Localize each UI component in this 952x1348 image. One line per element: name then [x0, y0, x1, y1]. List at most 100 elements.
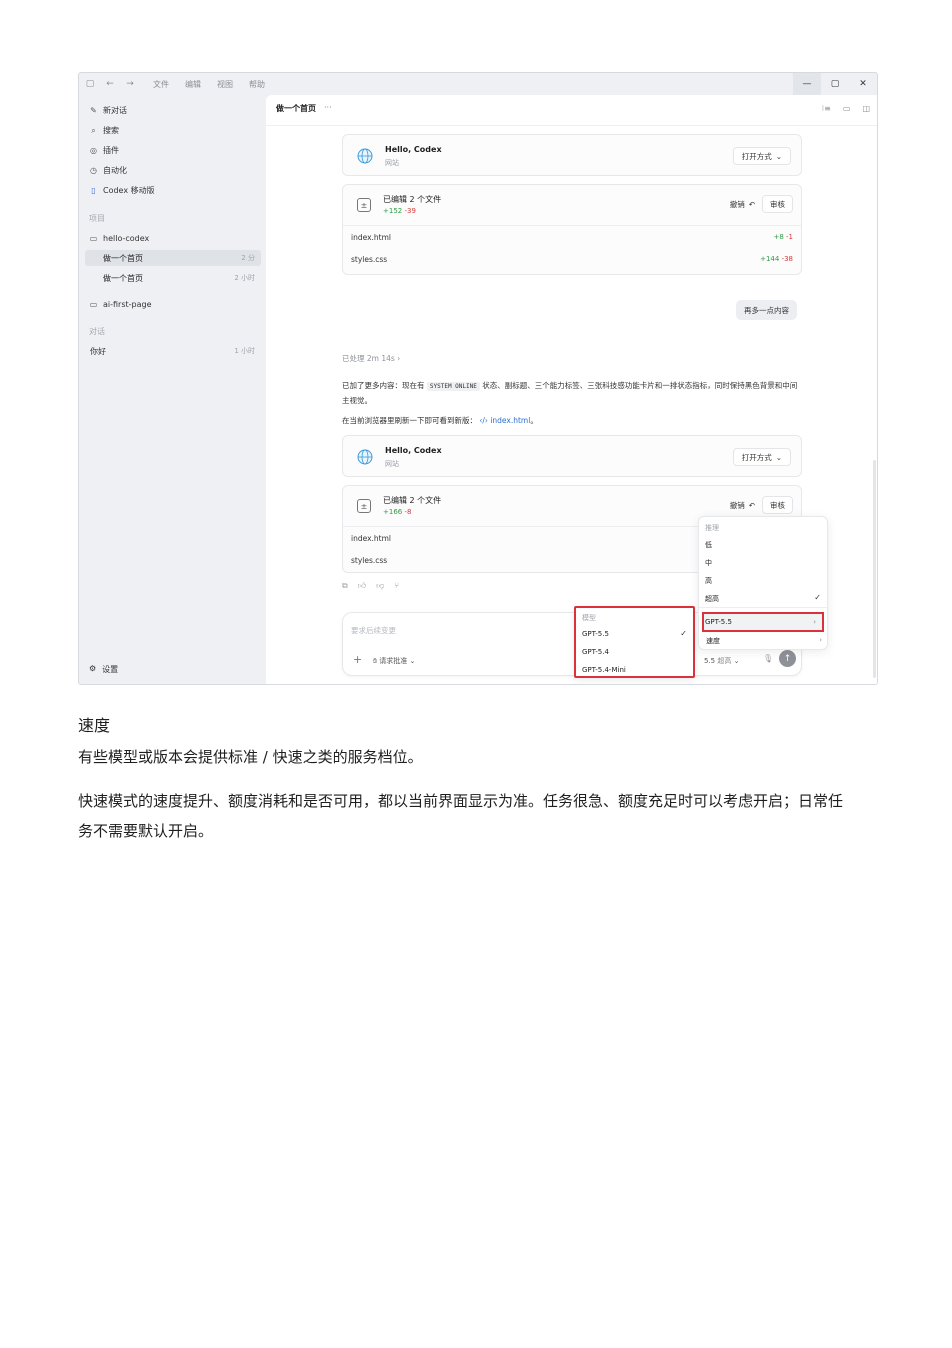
sidebar-item-automation[interactable]: ◷ 自动化: [89, 163, 127, 177]
sidebar-item-plugins[interactable]: ◎ 插件: [89, 143, 119, 157]
chat-item[interactable]: 你好 1 小时: [85, 344, 261, 358]
inline-code: SYSTEM ONLINE: [426, 382, 480, 391]
branch-icon[interactable]: ⑂: [394, 581, 399, 591]
open-with-label: 打开方式: [741, 452, 772, 462]
reasoning-option[interactable]: 低: [705, 540, 712, 550]
thumbs-up-icon[interactable]: 👍︎: [358, 581, 366, 591]
message-actions: ⧉ 👍︎ 👎︎ ⑂: [342, 581, 399, 591]
main-pane: 做一个首页 ··· ⁝≡ ▭ ◫ Hello, Codex 网站 打开方式 ⌄: [266, 95, 877, 684]
sidebar-item-label: 搜索: [103, 125, 119, 135]
page-title: 做一个首页: [276, 104, 316, 113]
menu-help[interactable]: 帮助: [249, 79, 265, 90]
check-icon: ✓: [680, 629, 687, 638]
sidebar-item-label: 自动化: [103, 165, 127, 175]
thread-title: 做一个首页: [103, 273, 143, 283]
site-card: Hello, Codex 网站 打开方式 ⌄: [342, 134, 802, 176]
arrow-up-icon: ↑: [783, 653, 792, 664]
thread-item[interactable]: 做一个首页 2 小时: [85, 270, 261, 286]
processed-duration[interactable]: 已处理 2m 14s ›: [342, 353, 400, 364]
model-option[interactable]: GPT-5.5: [582, 630, 609, 638]
diff-file-icon: ±: [357, 499, 371, 513]
sidebar-toggle-icon[interactable]: ▢: [85, 79, 95, 89]
window-controls: — ▢ ✕: [793, 73, 877, 95]
settings-button[interactable]: ⚙ 设置: [89, 664, 118, 675]
project-ai-first-page[interactable]: ▭ ai-first-page: [89, 297, 152, 311]
file-diff: +144 -38: [760, 255, 793, 263]
body-paragraph: 快速模式的速度提升、额度消耗和是否可用，都以当前界面显示为准。任务很急、额度充足…: [78, 792, 844, 840]
add-attachment-icon[interactable]: +: [353, 653, 362, 666]
file-name: index.html: [351, 534, 391, 543]
thread-item[interactable]: 做一个首页 2 分: [85, 250, 261, 266]
composer-input[interactable]: 要求后续变更: [351, 625, 396, 636]
diff-stat: +152 -39: [383, 207, 416, 215]
microphone-icon[interactable]: 🎙︎: [763, 654, 773, 663]
forward-icon[interactable]: →: [125, 79, 135, 89]
open-with-button[interactable]: 打开方式 ⌄: [732, 147, 791, 165]
undo-label: 撤销: [729, 501, 745, 510]
sidebar-item-label: 插件: [103, 145, 119, 155]
reasoning-option[interactable]: 超高: [705, 594, 719, 604]
speed-label: 速度: [706, 637, 720, 645]
chevron-right-icon: ›: [813, 618, 816, 626]
open-with-button[interactable]: 打开方式 ⌄: [732, 448, 791, 466]
reasoning-option[interactable]: 中: [705, 558, 712, 568]
chevron-right-icon: ›: [819, 636, 822, 644]
model-option[interactable]: GPT-5.4-Mini: [582, 666, 626, 674]
menu-edit[interactable]: 编辑: [185, 79, 201, 90]
panel-icon[interactable]: ◫: [862, 104, 870, 113]
back-icon[interactable]: ←: [105, 79, 115, 89]
diff-file-icon: ±: [357, 198, 371, 212]
edited-files-title: 已编辑 2 个文件: [383, 195, 442, 204]
send-button[interactable]: ↑: [779, 650, 796, 667]
lines-removed: -39: [404, 207, 416, 215]
search-icon: ⌕: [91, 125, 96, 135]
chevron-down-icon: ⌄: [733, 657, 740, 665]
review-button[interactable]: 审核: [762, 195, 793, 213]
terminal-icon[interactable]: ▭: [843, 104, 851, 113]
menu-bar: 文件 编辑 视图 帮助: [153, 79, 265, 90]
reasoning-option[interactable]: 高: [705, 576, 712, 586]
undo-button[interactable]: 撤销 ↶: [730, 199, 755, 210]
model-selector-button[interactable]: 5.5 超高 ⌄: [704, 656, 739, 666]
sidebar-item-search[interactable]: ⌕ 搜索: [89, 123, 119, 137]
projects-heading: 项目: [89, 214, 105, 223]
scrollbar[interactable]: [873, 460, 876, 678]
thread-title: 做一个首页: [103, 253, 143, 263]
settings-label: 设置: [102, 665, 119, 674]
file-row[interactable]: index.html +8 -1: [351, 233, 793, 242]
thumbs-down-icon[interactable]: 👎︎: [376, 581, 384, 591]
menu-file[interactable]: 文件: [153, 79, 169, 90]
chevron-down-icon: ⌄: [775, 151, 782, 161]
copy-icon[interactable]: ⧉: [342, 581, 348, 591]
menu-view[interactable]: 视图: [217, 79, 233, 90]
maximize-icon[interactable]: ▢: [821, 73, 849, 95]
approval-mode-button[interactable]: ✋︎ 请求批准 ⌄: [373, 656, 415, 666]
project-label: ai-first-page: [103, 299, 152, 309]
model-option[interactable]: GPT-5.4: [582, 648, 609, 656]
file-link[interactable]: index.html: [490, 416, 530, 425]
review-button[interactable]: 审核: [762, 496, 793, 514]
mobile-icon: ▯: [91, 185, 96, 195]
gear-icon: ⚙: [89, 664, 97, 673]
file-row[interactable]: styles.css +144 -38: [351, 255, 793, 264]
close-icon[interactable]: ✕: [849, 73, 877, 95]
lines-removed: -8: [404, 508, 412, 516]
speed-submenu-item[interactable]: 速度 ›: [706, 636, 822, 646]
diff-icon[interactable]: ⁝≡: [822, 104, 831, 113]
project-hello-codex[interactable]: ▭ hello-codex: [89, 231, 150, 245]
sidebar-item-new-chat[interactable]: ✎ 新对话: [89, 103, 127, 117]
undo-icon: ↶: [748, 501, 755, 510]
title-bar: ▢ ← → 文件 编辑 视图 帮助 — ▢ ✕: [79, 73, 877, 95]
file-name: index.html: [351, 233, 391, 242]
diff-stat: +166 -8: [383, 508, 411, 516]
site-subtitle: 网站: [385, 460, 399, 468]
minimize-icon[interactable]: —: [793, 73, 821, 95]
chat-time: 1 小时: [234, 347, 255, 355]
sidebar-item-mobile[interactable]: ▯ Codex 移动版: [89, 183, 154, 197]
more-options-icon[interactable]: ···: [324, 103, 332, 114]
model-submenu-item[interactable]: GPT-5.5 ›: [702, 612, 824, 632]
undo-button[interactable]: 撤销 ↶: [730, 500, 755, 511]
folder-icon: ▭: [89, 233, 98, 243]
divider: [699, 607, 827, 608]
model-label: 5.5: [704, 657, 716, 665]
